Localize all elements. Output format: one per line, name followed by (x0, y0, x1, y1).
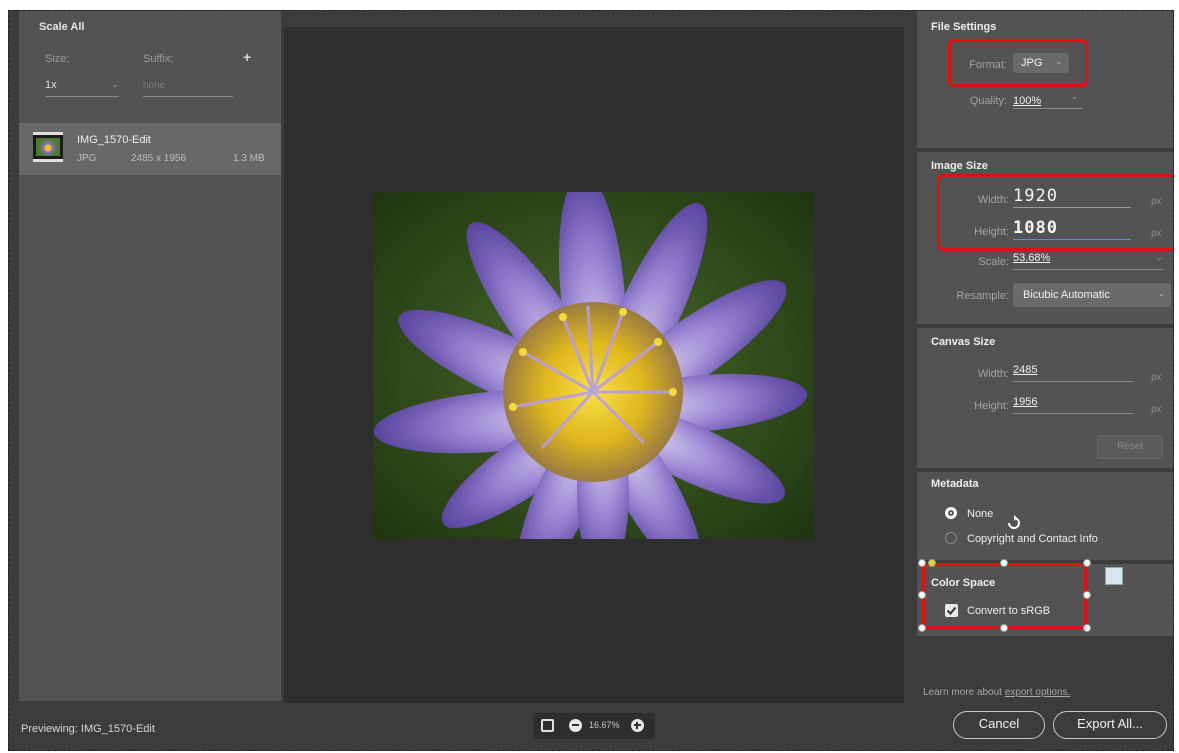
size-value: 1x (45, 79, 57, 91)
resample-label: Resample: (956, 290, 1009, 302)
preview-area[interactable] (284, 27, 904, 703)
chevron-down-icon: ⌄ (111, 79, 119, 89)
zoom-out-icon[interactable] (569, 719, 582, 732)
canvas-height-label: Height: (974, 400, 1009, 412)
color-space-highlight (922, 563, 1087, 629)
learn-more-text: Learn more about export options. (923, 687, 1070, 698)
chevron-down-icon: ⌄ (1155, 252, 1163, 262)
resize-handle[interactable] (1083, 591, 1091, 599)
suffix-input[interactable]: none (143, 79, 233, 97)
resize-handle[interactable] (928, 559, 936, 567)
export-options-link[interactable]: export options. (1005, 687, 1071, 698)
resize-handle[interactable] (1083, 624, 1091, 632)
resize-handle[interactable] (1083, 559, 1091, 567)
zoom-level: 16.67% (589, 720, 620, 730)
suffix-placeholder: none (143, 80, 166, 91)
scale-all-title: Scale All (39, 21, 85, 33)
quality-label: Quality: (969, 95, 1007, 107)
zoom-controls: 16.67% (533, 713, 655, 739)
rotate-cursor-icon (1005, 514, 1023, 532)
radio-copyright-label: Copyright and Contact Info (967, 533, 1098, 545)
radio-none[interactable] (945, 507, 957, 519)
radio-none-label: None (967, 508, 994, 520)
canvas-width-input[interactable]: 2485 (1013, 364, 1133, 382)
resize-handle[interactable] (918, 559, 926, 567)
fit-to-screen-icon[interactable] (541, 719, 554, 732)
export-all-button[interactable]: Export All... (1053, 711, 1167, 739)
collapse-icon[interactable] (1105, 567, 1123, 585)
canvas-width-label: Width: (977, 368, 1009, 380)
image-size-title: Image Size (931, 160, 988, 172)
image-size-highlight (937, 174, 1173, 251)
resample-select[interactable]: Bicubic Automatic ⌄ (1013, 283, 1171, 307)
reset-button[interactable]: Reset (1097, 435, 1163, 459)
scale-select[interactable]: 53.68% ⌄ (1013, 252, 1163, 270)
resample-value: Bicubic Automatic (1023, 289, 1110, 301)
preview-image (373, 192, 814, 539)
quality-value: 100% (1013, 95, 1042, 107)
resize-handle[interactable] (1000, 624, 1008, 632)
size-select[interactable]: 1x ⌄ (45, 79, 119, 97)
resize-handle[interactable] (918, 624, 926, 632)
file-thumbnail (33, 132, 63, 162)
export-as-dialog: Scale All Size: Suffix: + 1x ⌄ none IMG_… (8, 10, 1174, 751)
left-panel: Scale All Size: Suffix: + 1x ⌄ none IMG_… (19, 11, 281, 701)
canvas-height-unit: px (1151, 404, 1162, 415)
canvas-size-title: Canvas Size (931, 336, 996, 348)
quality-select[interactable]: 100% ⌄ (1013, 91, 1083, 109)
file-size: 1.3 MB (233, 153, 265, 164)
canvas-size-section: Canvas Size Width: 2485 px Height: 1956 … (917, 328, 1173, 468)
bottom-bar: Previewing: IMG_1570-Edit 16.67% Cancel … (9, 703, 1173, 750)
resize-handle[interactable] (1000, 559, 1008, 567)
previewing-label: Previewing: IMG_1570-Edit (21, 723, 155, 735)
canvas-height-input[interactable]: 1956 (1013, 396, 1133, 414)
radio-copyright[interactable] (945, 532, 957, 544)
cancel-button[interactable]: Cancel (953, 711, 1045, 739)
file-dimensions: 2485 x 1956 (131, 153, 187, 164)
file-settings-title: File Settings (931, 21, 997, 33)
canvas-width-value: 2485 (1013, 364, 1038, 376)
size-label: Size: (45, 53, 70, 65)
resize-handle[interactable] (918, 591, 926, 599)
canvas-width-unit: px (1151, 372, 1162, 383)
metadata-title: Metadata (931, 478, 979, 490)
metadata-section: Metadata None Copyright and Contact Info (917, 472, 1173, 560)
chevron-down-icon: ⌄ (1071, 91, 1079, 101)
format-highlight (948, 39, 1088, 87)
suffix-label: Suffix: (143, 53, 174, 65)
file-list-item[interactable]: IMG_1570-Edit JPG 2485 x 1956 1.3 MB (19, 123, 281, 175)
chevron-down-icon: ⌄ (1157, 288, 1165, 298)
zoom-in-icon[interactable] (631, 719, 644, 732)
learn-more-prefix: Learn more about (923, 687, 1005, 698)
canvas-height-value: 1956 (1013, 396, 1038, 408)
file-format: JPG (77, 153, 97, 164)
scale-value: 53.68% (1013, 252, 1051, 264)
add-suffix-button[interactable]: + (243, 49, 251, 65)
file-name: IMG_1570-Edit (77, 134, 151, 146)
scale-label: Scale: (978, 256, 1009, 268)
